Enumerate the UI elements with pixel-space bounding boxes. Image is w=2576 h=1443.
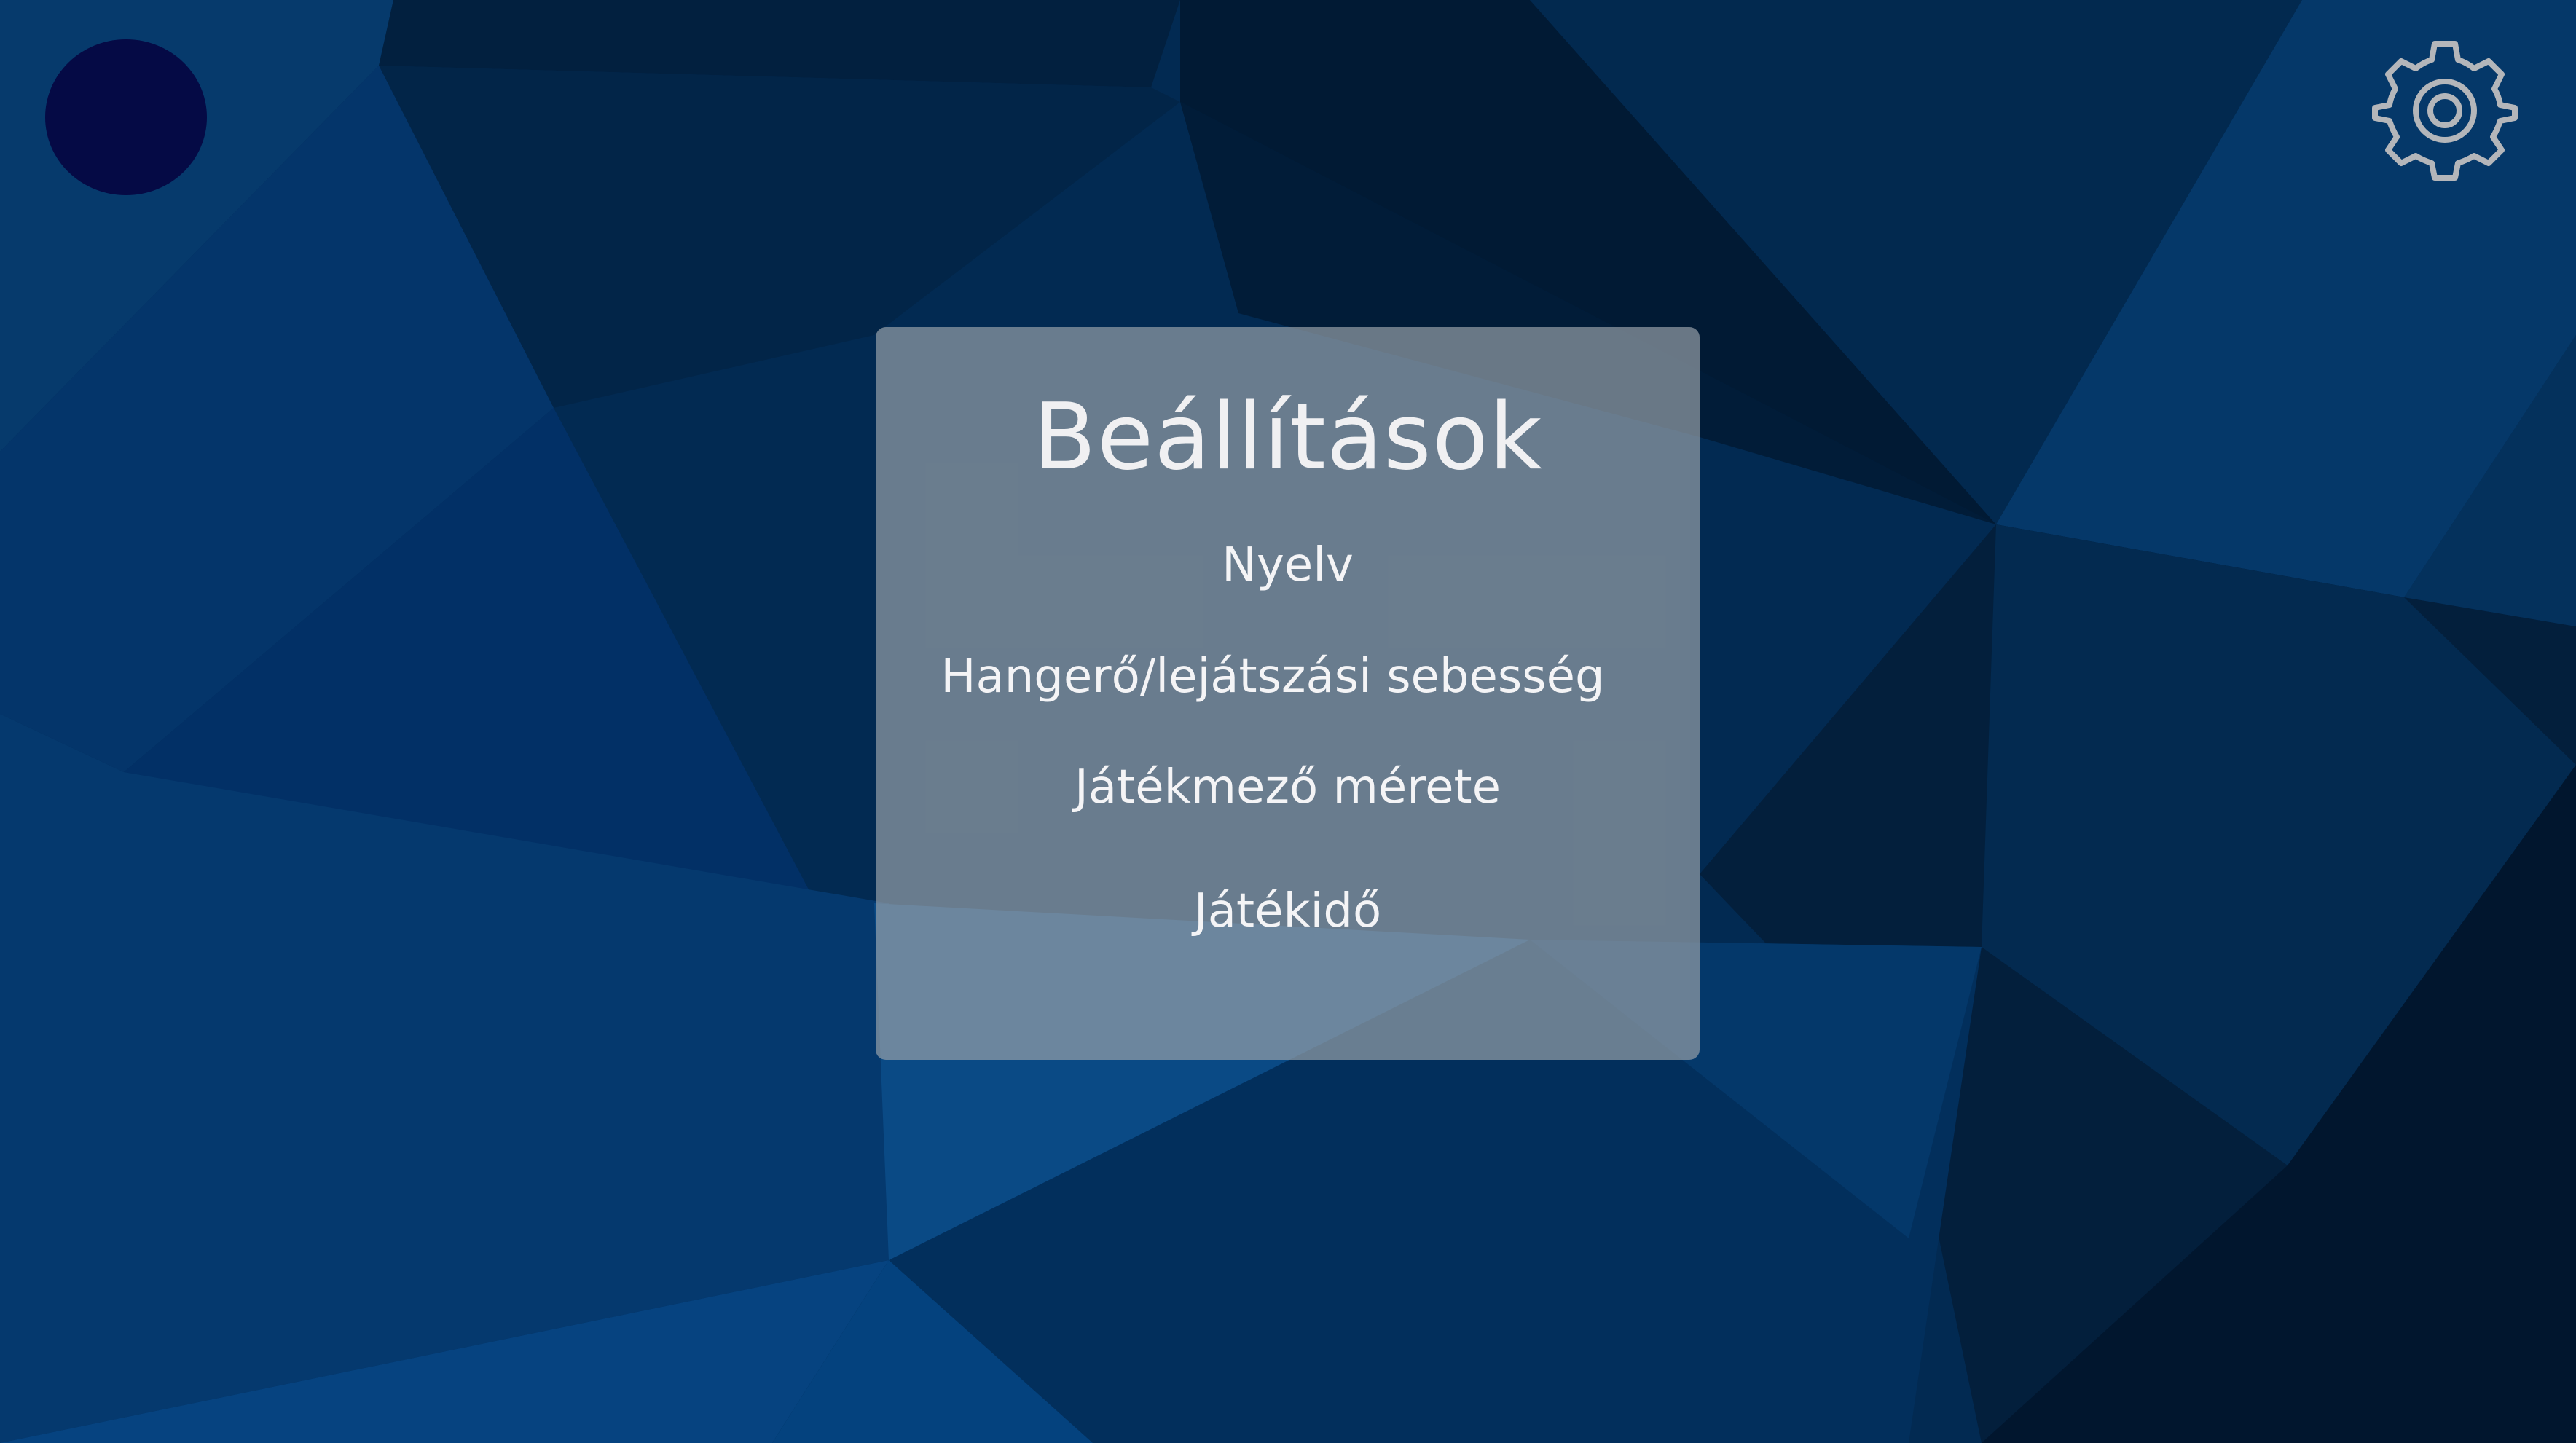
settings-item-game-time[interactable]: Játékidő xyxy=(876,878,1700,944)
avatar xyxy=(45,39,207,195)
gear-icon xyxy=(2372,41,2518,181)
settings-item-volume-speed[interactable]: Hangerő/lejátszási sebesség xyxy=(934,644,1611,709)
page-title: Beállítások xyxy=(1033,383,1543,490)
settings-screen: Beállítások Nyelv Hangerő/lejátszási seb… xyxy=(0,0,2576,1443)
settings-item-board-size[interactable]: Játékmező mérete xyxy=(876,755,1700,820)
settings-button[interactable] xyxy=(2372,35,2518,181)
settings-item-language[interactable]: Nyelv xyxy=(876,532,1700,598)
